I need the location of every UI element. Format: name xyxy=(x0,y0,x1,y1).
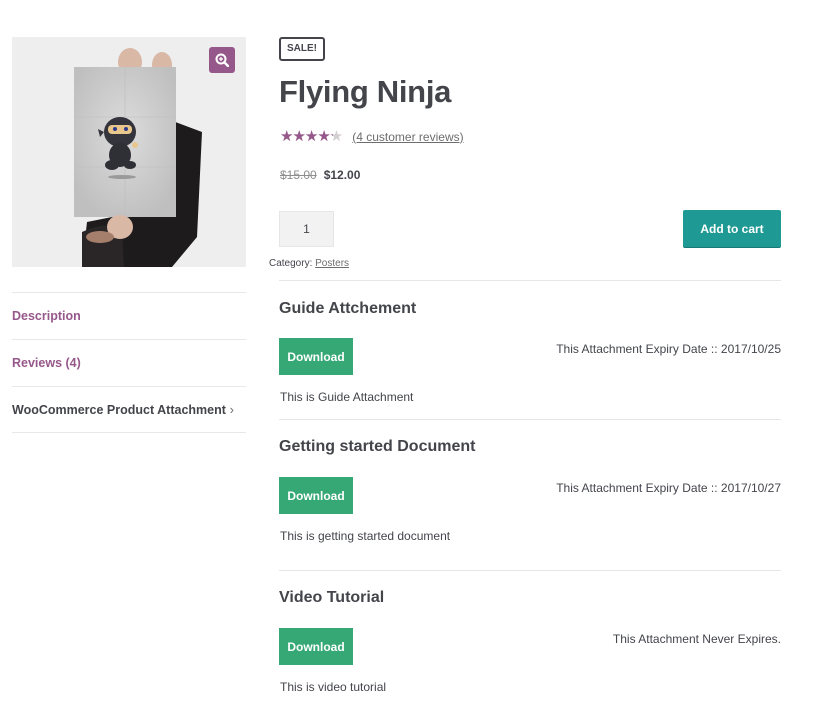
tab-label: Reviews (4) xyxy=(12,356,81,370)
attachment-item: Guide Attchement Download This Attachmen… xyxy=(279,280,781,419)
star-icons-filled: ★★★★★ xyxy=(280,129,333,144)
attachment-description: This is getting started document xyxy=(280,529,451,543)
product-rating: ★★★★★ ★★★★★ (4 customer reviews) xyxy=(280,129,464,144)
product-title: Flying Ninja xyxy=(279,74,452,109)
attachment-item: Video Tutorial Download This Attachment … xyxy=(279,570,781,721)
sale-badge: SALE! xyxy=(279,37,325,61)
attachment-expiry: This Attachment Expiry Date :: 2017/10/2… xyxy=(556,481,781,495)
category-label: Category: xyxy=(269,258,313,269)
attachment-title: Getting started Document xyxy=(279,438,476,455)
attachment-title: Guide Attchement xyxy=(279,300,417,317)
tab-description[interactable]: Description xyxy=(12,292,246,339)
attachment-expiry: This Attachment Never Expires. xyxy=(612,632,781,646)
attachment-description: This is Guide Attachment xyxy=(280,390,414,404)
attachment-item: Getting started Document Download This A… xyxy=(279,419,781,570)
tab-label: WooCommerce Product Attachment xyxy=(12,402,226,417)
attachment-description: This is video tutorial xyxy=(280,680,387,694)
download-button[interactable]: Download xyxy=(279,628,353,665)
chevron-right-icon: › xyxy=(229,402,234,417)
attachments-list: Guide Attchement Download This Attachmen… xyxy=(279,280,781,721)
tab-reviews[interactable]: Reviews (4) xyxy=(12,339,246,386)
attachment-title: Video Tutorial xyxy=(279,589,385,606)
product-category: Category: Posters xyxy=(269,258,349,269)
product-tabs: Description Reviews (4) WooCommerce Prod… xyxy=(12,292,246,433)
add-to-cart-button[interactable]: Add to cart xyxy=(683,210,781,247)
magnifier-plus-icon xyxy=(215,53,229,67)
category-link[interactable]: Posters xyxy=(315,258,349,269)
zoom-image-button[interactable] xyxy=(209,47,235,73)
attachment-expiry: This Attachment Expiry Date :: 2017/10/2… xyxy=(556,342,781,356)
product-gallery[interactable] xyxy=(12,37,246,267)
download-button[interactable]: Download xyxy=(279,477,353,514)
sale-price: $12.00 xyxy=(323,168,361,182)
star-rating: ★★★★★ ★★★★★ xyxy=(280,129,343,144)
tab-product-attachment[interactable]: WooCommerce Product Attachment › xyxy=(12,386,246,433)
quantity-input[interactable] xyxy=(279,211,334,247)
tab-label: Description xyxy=(12,309,81,323)
product-price: $15.00 $12.00 xyxy=(280,168,360,182)
regular-price: $15.00 xyxy=(280,168,317,182)
customer-reviews-link[interactable]: (4 customer reviews) xyxy=(352,130,463,144)
download-button[interactable]: Download xyxy=(279,338,353,375)
